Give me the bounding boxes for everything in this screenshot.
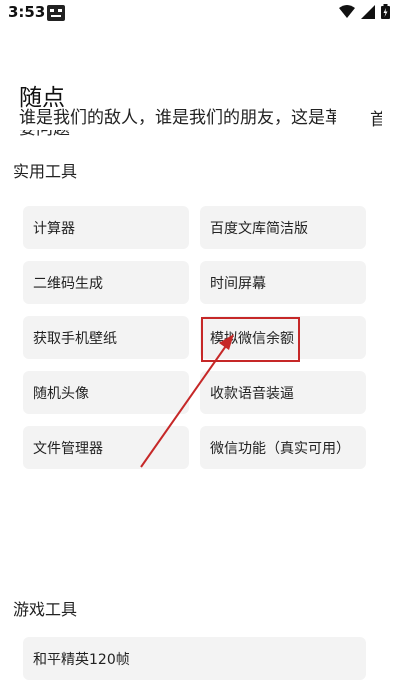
tool-baidu-wenku-lite[interactable]: 百度文库简洁版 bbox=[200, 206, 366, 249]
status-bar: 3:53 bbox=[0, 0, 400, 26]
hero-quote-line2: 要问题 bbox=[19, 130, 79, 138]
section-title-practical-tools: 实用工具 bbox=[13, 162, 78, 181]
tool-random-avatar[interactable]: 随机头像 bbox=[23, 371, 189, 414]
signal-icon bbox=[361, 4, 375, 19]
hero-quote-tail: 首 bbox=[370, 110, 382, 130]
section-title-game-tools: 游戏工具 bbox=[13, 600, 78, 619]
tool-payment-voice[interactable]: 收款语音装逼 bbox=[200, 371, 366, 414]
wifi-icon bbox=[339, 4, 355, 18]
app-notification-icon bbox=[47, 5, 65, 21]
status-time: 3:53 bbox=[8, 3, 46, 21]
tool-phone-wallpaper[interactable]: 获取手机壁纸 bbox=[23, 316, 189, 359]
tool-fake-wechat-balance[interactable]: 模拟微信余额 bbox=[200, 316, 366, 359]
tool-time-screen[interactable]: 时间屏幕 bbox=[200, 261, 366, 304]
tool-pubg-120fps[interactable]: 和平精英120帧 bbox=[23, 637, 366, 680]
hero-quote: 谁是我们的敌人，谁是我们的朋友，这是革 bbox=[19, 108, 336, 128]
hero-quote-line2-text: 要问题 bbox=[19, 130, 70, 138]
tool-calculator[interactable]: 计算器 bbox=[23, 206, 189, 249]
battery-icon bbox=[381, 4, 390, 19]
tool-qrcode-generator[interactable]: 二维码生成 bbox=[23, 261, 189, 304]
tool-wechat-functions[interactable]: 微信功能（真实可用） bbox=[200, 426, 366, 469]
tool-file-manager[interactable]: 文件管理器 bbox=[23, 426, 189, 469]
